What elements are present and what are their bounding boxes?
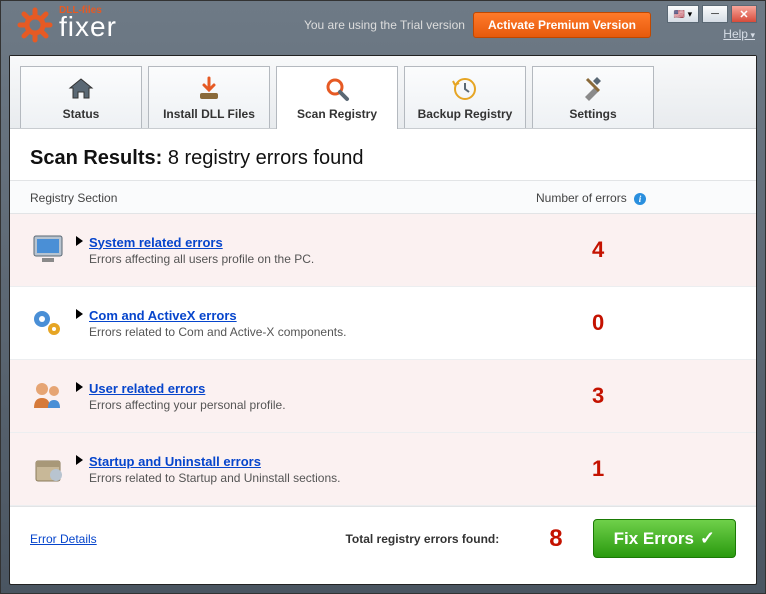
- tab-label: Settings: [569, 107, 616, 121]
- result-row-startup: Startup and Uninstall errors Errors rela…: [10, 433, 756, 506]
- result-row-system: System related errors Errors affecting a…: [10, 214, 756, 287]
- results-title-count: 8 registry errors found: [168, 147, 364, 169]
- close-button[interactable]: ✕: [731, 5, 757, 23]
- tab-status[interactable]: Status: [20, 66, 142, 128]
- scan-results-title: Scan Results: 8 registry errors found: [30, 147, 736, 170]
- titlebar: DLL-files fixer You are using the Trial …: [1, 1, 765, 49]
- tab-scan-registry[interactable]: Scan Registry: [276, 66, 398, 129]
- box-icon: [24, 449, 72, 489]
- tab-label: Install DLL Files: [163, 107, 255, 121]
- row-error-count: 4: [562, 237, 742, 263]
- total-errors-count: 8: [549, 525, 562, 553]
- col-registry-section: Registry Section: [30, 191, 536, 205]
- results-footer: Error Details Total registry errors foun…: [10, 506, 756, 570]
- logo-text: DLL-files fixer: [59, 7, 117, 43]
- gears-icon: [24, 303, 72, 343]
- app-logo: DLL-files fixer: [17, 7, 117, 43]
- tab-label: Status: [63, 107, 100, 121]
- expand-arrow-icon[interactable]: [76, 236, 83, 246]
- row-text: Com and ActiveX errors Errors related to…: [89, 308, 562, 339]
- row-title-link[interactable]: User related errors: [89, 381, 562, 396]
- expand-arrow-icon[interactable]: [76, 455, 83, 465]
- results-list[interactable]: System related errors Errors affecting a…: [10, 214, 756, 506]
- row-text: Startup and Uninstall errors Errors rela…: [89, 454, 562, 485]
- results-column-header: Registry Section Number of errors i: [10, 180, 756, 214]
- tab-label: Scan Registry: [297, 107, 377, 121]
- row-error-count: 0: [562, 310, 742, 336]
- results-header: Scan Results: 8 registry errors found: [10, 129, 756, 180]
- monitor-icon: [24, 230, 72, 270]
- row-title-link[interactable]: System related errors: [89, 235, 562, 250]
- col-number-of-errors: Number of errors i: [536, 191, 736, 205]
- window-controls: ─ ✕: [667, 5, 757, 23]
- row-title-link[interactable]: Startup and Uninstall errors: [89, 454, 562, 469]
- tab-install-dll[interactable]: Install DLL Files: [148, 66, 270, 128]
- users-icon: [24, 376, 72, 416]
- row-description: Errors related to Startup and Uninstall …: [89, 471, 562, 485]
- content-panel: Status Install DLL Files Scan Registry B…: [9, 55, 757, 585]
- language-selector[interactable]: [667, 5, 699, 23]
- fix-button-label: Fix Errors: [614, 529, 694, 549]
- result-row-com-activex: Com and ActiveX errors Errors related to…: [10, 287, 756, 360]
- row-description: Errors affecting your personal profile.: [89, 398, 562, 412]
- tools-icon: [579, 75, 607, 103]
- expand-arrow-icon[interactable]: [76, 382, 83, 392]
- main-tabs: Status Install DLL Files Scan Registry B…: [10, 56, 756, 129]
- results-title-bold: Scan Results:: [30, 147, 162, 169]
- row-description: Errors affecting all users profile on th…: [89, 252, 562, 266]
- download-icon: [195, 75, 223, 103]
- minimize-button[interactable]: ─: [702, 5, 728, 23]
- row-description: Errors related to Com and Active-X compo…: [89, 325, 562, 339]
- expand-arrow-icon[interactable]: [76, 309, 83, 319]
- info-icon[interactable]: i: [634, 193, 646, 205]
- magnifier-icon: [323, 75, 351, 103]
- result-row-user: User related errors Errors affecting you…: [10, 360, 756, 433]
- row-title-link[interactable]: Com and ActiveX errors: [89, 308, 562, 323]
- help-link[interactable]: Help: [723, 27, 755, 41]
- activate-premium-button[interactable]: Activate Premium Version: [473, 12, 651, 38]
- tab-backup-registry[interactable]: Backup Registry: [404, 66, 526, 128]
- total-errors-label: Total registry errors found:: [345, 532, 499, 546]
- row-error-count: 3: [562, 383, 742, 409]
- gear-logo-icon: [17, 7, 53, 43]
- app-window: DLL-files fixer You are using the Trial …: [0, 0, 766, 594]
- error-details-link[interactable]: Error Details: [30, 532, 97, 546]
- logo-subtitle: DLL-files: [59, 5, 102, 16]
- trial-notice: You are using the Trial version: [304, 18, 465, 32]
- tab-label: Backup Registry: [418, 107, 513, 121]
- clock-back-icon: [451, 75, 479, 103]
- tab-settings[interactable]: Settings: [532, 66, 654, 128]
- row-error-count: 1: [562, 456, 742, 482]
- fix-errors-button[interactable]: Fix Errors: [593, 519, 736, 558]
- row-text: User related errors Errors affecting you…: [89, 381, 562, 412]
- home-icon: [67, 75, 95, 103]
- check-icon: [700, 528, 715, 549]
- row-text: System related errors Errors affecting a…: [89, 235, 562, 266]
